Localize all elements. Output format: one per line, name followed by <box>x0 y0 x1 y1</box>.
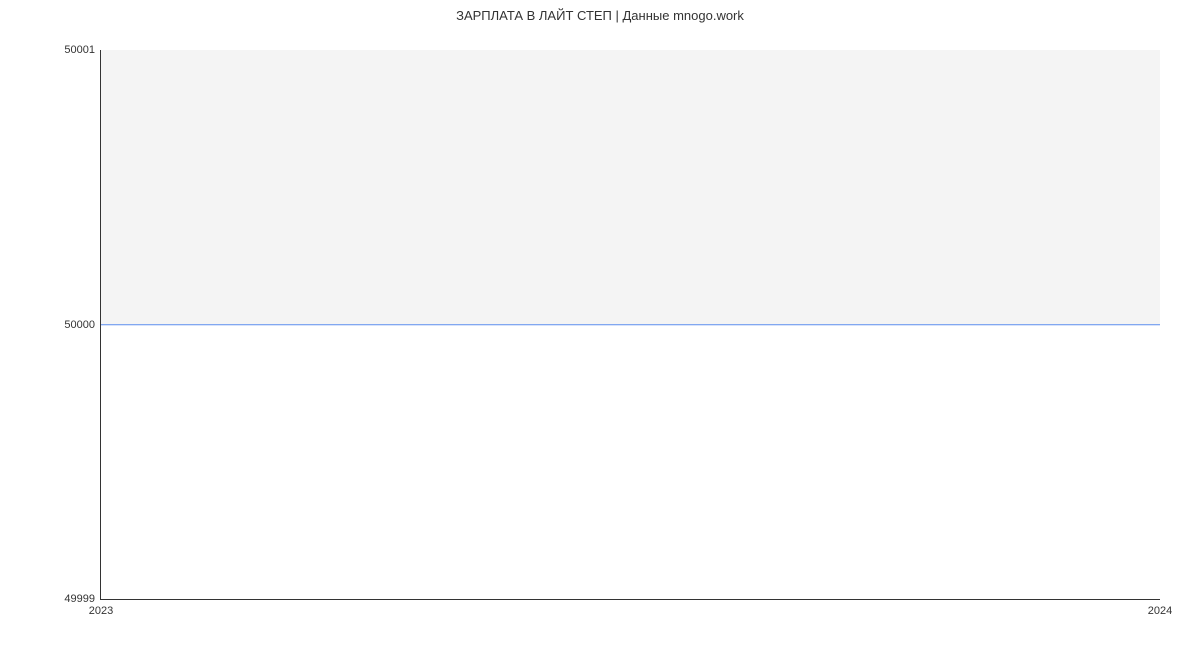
data-line <box>101 324 1160 326</box>
x-tick-right: 2024 <box>1148 605 1172 617</box>
y-tick-bottom: 49999 <box>64 593 95 605</box>
y-tick-top: 50001 <box>64 44 95 56</box>
x-tick-left: 2023 <box>89 605 113 617</box>
plot-lower-background <box>101 325 1160 600</box>
chart-title: ЗАРПЛАТА В ЛАЙТ СТЕП | Данные mnogo.work <box>0 0 1200 23</box>
y-tick-mid: 50000 <box>64 319 95 331</box>
plot-area: 50001 50000 49999 2023 2024 <box>100 50 1160 600</box>
chart-container: ЗАРПЛАТА В ЛАЙТ СТЕП | Данные mnogo.work… <box>0 0 1200 650</box>
